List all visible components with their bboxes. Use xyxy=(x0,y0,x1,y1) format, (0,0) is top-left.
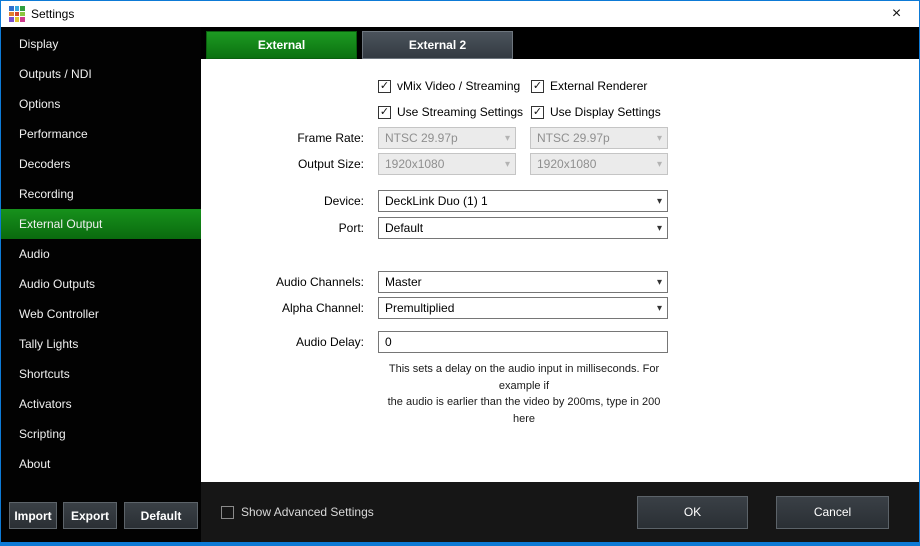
chevron-down-icon: ▾ xyxy=(657,223,662,234)
help-line-1: This sets a delay on the audio input in … xyxy=(378,361,670,394)
select-value: DeckLink Duo (1) 1 xyxy=(385,194,653,208)
chevron-down-icon: ▾ xyxy=(657,159,662,170)
checkbox-box: ✓ xyxy=(378,80,391,93)
sidebar-item-web-controller[interactable]: Web Controller xyxy=(1,299,201,329)
cancel-button[interactable]: Cancel xyxy=(776,496,889,529)
select-value: Default xyxy=(385,221,653,235)
frame-rate-select-1: NTSC 29.97p ▾ xyxy=(378,127,516,149)
chevron-down-icon: ▾ xyxy=(657,303,662,314)
check-icon: ✓ xyxy=(533,107,542,118)
import-button[interactable]: Import xyxy=(9,502,57,529)
frame-rate-select-2: NTSC 29.97p ▾ xyxy=(530,127,668,149)
select-value: Master xyxy=(385,275,653,289)
check-icon: ✓ xyxy=(533,81,542,92)
select-value: 1920x1080 xyxy=(537,157,653,171)
help-line-2: the audio is earlier than the video by 2… xyxy=(378,394,670,427)
checkbox-external-renderer[interactable]: ✓ External Renderer xyxy=(531,79,647,93)
checkbox-box: ✓ xyxy=(531,106,544,119)
external-output-panel: ✓ vMix Video / Streaming ✓ External Rend… xyxy=(201,59,919,482)
checkbox-row-1: ✓ vMix Video / Streaming ✓ External Rend… xyxy=(201,75,919,97)
frame-rate-row: Frame Rate: NTSC 29.97p ▾ NTSC 29.97p ▾ xyxy=(201,127,919,149)
sidebar-buttons: Import Export Default xyxy=(1,502,201,542)
chevron-down-icon: ▾ xyxy=(505,133,510,144)
close-icon[interactable]: × xyxy=(874,1,919,27)
sidebar-item-audio-outputs[interactable]: Audio Outputs xyxy=(1,269,201,299)
audio-channels-label: Audio Channels: xyxy=(201,275,378,289)
checkbox-use-streaming-settings[interactable]: ✓ Use Streaming Settings xyxy=(378,105,531,119)
check-icon: ✓ xyxy=(380,81,389,92)
output-size-row: Output Size: 1920x1080 ▾ 1920x1080 ▾ xyxy=(201,153,919,175)
sidebar-item-external-output[interactable]: External Output xyxy=(1,209,201,239)
sidebar-nav: Display Outputs / NDI Options Performanc… xyxy=(1,27,201,479)
check-icon: ✓ xyxy=(380,107,389,118)
checkbox-show-advanced-settings[interactable]: Show Advanced Settings xyxy=(221,505,374,519)
output-size-select-2: 1920x1080 ▾ xyxy=(530,153,668,175)
footer-bar: Show Advanced Settings OK Cancel xyxy=(201,482,919,542)
audio-delay-help-text: This sets a delay on the audio input in … xyxy=(378,361,670,427)
sidebar-item-shortcuts[interactable]: Shortcuts xyxy=(1,359,201,389)
checkbox-use-display-settings[interactable]: ✓ Use Display Settings xyxy=(531,105,661,119)
checkbox-label: Show Advanced Settings xyxy=(241,505,374,519)
sidebar-item-performance[interactable]: Performance xyxy=(1,119,201,149)
select-value: Premultiplied xyxy=(385,301,653,315)
chevron-down-icon: ▾ xyxy=(657,277,662,288)
select-value: NTSC 29.97p xyxy=(537,131,653,145)
sidebar-item-decoders[interactable]: Decoders xyxy=(1,149,201,179)
port-row: Port: Default ▾ xyxy=(201,217,919,239)
alpha-channel-row: Alpha Channel: Premultiplied ▾ xyxy=(201,297,919,319)
sidebar-item-about[interactable]: About xyxy=(1,449,201,479)
audio-channels-row: Audio Channels: Master ▾ xyxy=(201,271,919,293)
output-size-label: Output Size: xyxy=(201,157,378,171)
tab-external[interactable]: External xyxy=(206,31,357,59)
port-select[interactable]: Default ▾ xyxy=(378,217,668,239)
audio-channels-select[interactable]: Master ▾ xyxy=(378,271,668,293)
checkbox-row-2: ✓ Use Streaming Settings ✓ Use Display S… xyxy=(201,101,919,123)
ok-button[interactable]: OK xyxy=(637,496,748,529)
checkbox-label: Use Display Settings xyxy=(550,105,661,119)
default-button[interactable]: Default xyxy=(124,502,198,529)
audio-delay-input[interactable] xyxy=(378,331,668,353)
chevron-down-icon: ▾ xyxy=(657,133,662,144)
chevron-down-icon: ▾ xyxy=(505,159,510,170)
settings-window: Settings × Display Outputs / NDI Options… xyxy=(0,0,920,546)
sidebar-item-outputs-ndi[interactable]: Outputs / NDI xyxy=(1,59,201,89)
checkbox-box: ✓ xyxy=(531,80,544,93)
checkbox-box xyxy=(221,506,234,519)
checkbox-label: vMix Video / Streaming xyxy=(397,79,520,93)
alpha-channel-select[interactable]: Premultiplied ▾ xyxy=(378,297,668,319)
window-title: Settings xyxy=(31,7,74,21)
tab-external-2[interactable]: External 2 xyxy=(362,31,513,59)
sidebar-item-options[interactable]: Options xyxy=(1,89,201,119)
sidebar: Display Outputs / NDI Options Performanc… xyxy=(1,27,201,542)
checkbox-box: ✓ xyxy=(378,106,391,119)
sidebar-item-recording[interactable]: Recording xyxy=(1,179,201,209)
tab-bar: External External 2 xyxy=(201,27,919,59)
alpha-channel-label: Alpha Channel: xyxy=(201,301,378,315)
sidebar-item-scripting[interactable]: Scripting xyxy=(1,419,201,449)
port-label: Port: xyxy=(201,221,378,235)
vmix-logo-icon xyxy=(9,6,25,22)
main-area: External External 2 ✓ vMix Video / Strea… xyxy=(201,27,919,542)
window-body: Display Outputs / NDI Options Performanc… xyxy=(1,27,919,542)
audio-delay-row: Audio Delay: xyxy=(201,331,919,353)
select-value: 1920x1080 xyxy=(385,157,501,171)
sidebar-item-activators[interactable]: Activators xyxy=(1,389,201,419)
device-row: Device: DeckLink Duo (1) 1 ▾ xyxy=(201,190,919,212)
device-select[interactable]: DeckLink Duo (1) 1 ▾ xyxy=(378,190,668,212)
audio-delay-label: Audio Delay: xyxy=(201,335,378,349)
titlebar: Settings × xyxy=(1,1,919,27)
sidebar-item-tally-lights[interactable]: Tally Lights xyxy=(1,329,201,359)
checkbox-label: External Renderer xyxy=(550,79,647,93)
export-button[interactable]: Export xyxy=(63,502,117,529)
frame-rate-label: Frame Rate: xyxy=(201,131,378,145)
device-label: Device: xyxy=(201,194,378,208)
chevron-down-icon: ▾ xyxy=(657,196,662,207)
sidebar-item-display[interactable]: Display xyxy=(1,29,201,59)
checkbox-label: Use Streaming Settings xyxy=(397,105,523,119)
output-size-select-1: 1920x1080 ▾ xyxy=(378,153,516,175)
select-value: NTSC 29.97p xyxy=(385,131,501,145)
checkbox-vmix-video-streaming[interactable]: ✓ vMix Video / Streaming xyxy=(378,79,531,93)
sidebar-item-audio[interactable]: Audio xyxy=(1,239,201,269)
